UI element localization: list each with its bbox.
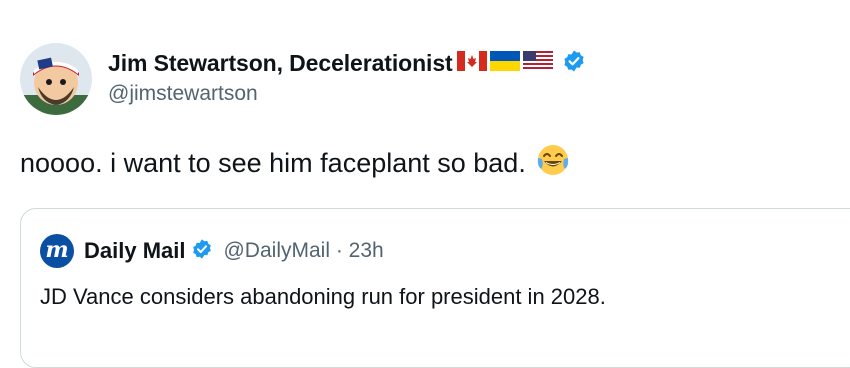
ukraine-flag-icon [489, 50, 520, 76]
quoted-handle-time: @DailyMail · 23h [223, 239, 384, 262]
dailymail-logo-letter: m [45, 237, 69, 263]
usa-flag-icon [522, 50, 553, 76]
author-name-row: Jim Stewartson, Decelerationist [108, 46, 586, 80]
author-display-name[interactable]: Jim Stewartson, Decelerationist [108, 50, 453, 77]
quoted-tweet-header: m Daily Mail @DailyMail · 23h [40, 234, 384, 268]
tweet-text-body: noooo. i want to see him faceplant so ba… [20, 148, 526, 178]
canada-flag-icon [456, 50, 487, 76]
dailymail-logo-icon[interactable]: m [40, 234, 74, 268]
author-avatar[interactable] [20, 43, 92, 115]
author-flags [456, 50, 556, 76]
verified-badge-icon[interactable] [562, 49, 586, 78]
face-with-tears-of-joy-icon [535, 142, 571, 185]
tweet-text: noooo. i want to see him faceplant so ba… [20, 142, 571, 185]
author-handle[interactable]: @jimstewartson [108, 82, 258, 106]
quoted-verified-badge-icon [191, 238, 213, 265]
quoted-tweet-text: JD Vance considers abandoning run for pr… [40, 284, 606, 309]
quoted-author-name[interactable]: Daily Mail [84, 238, 185, 264]
